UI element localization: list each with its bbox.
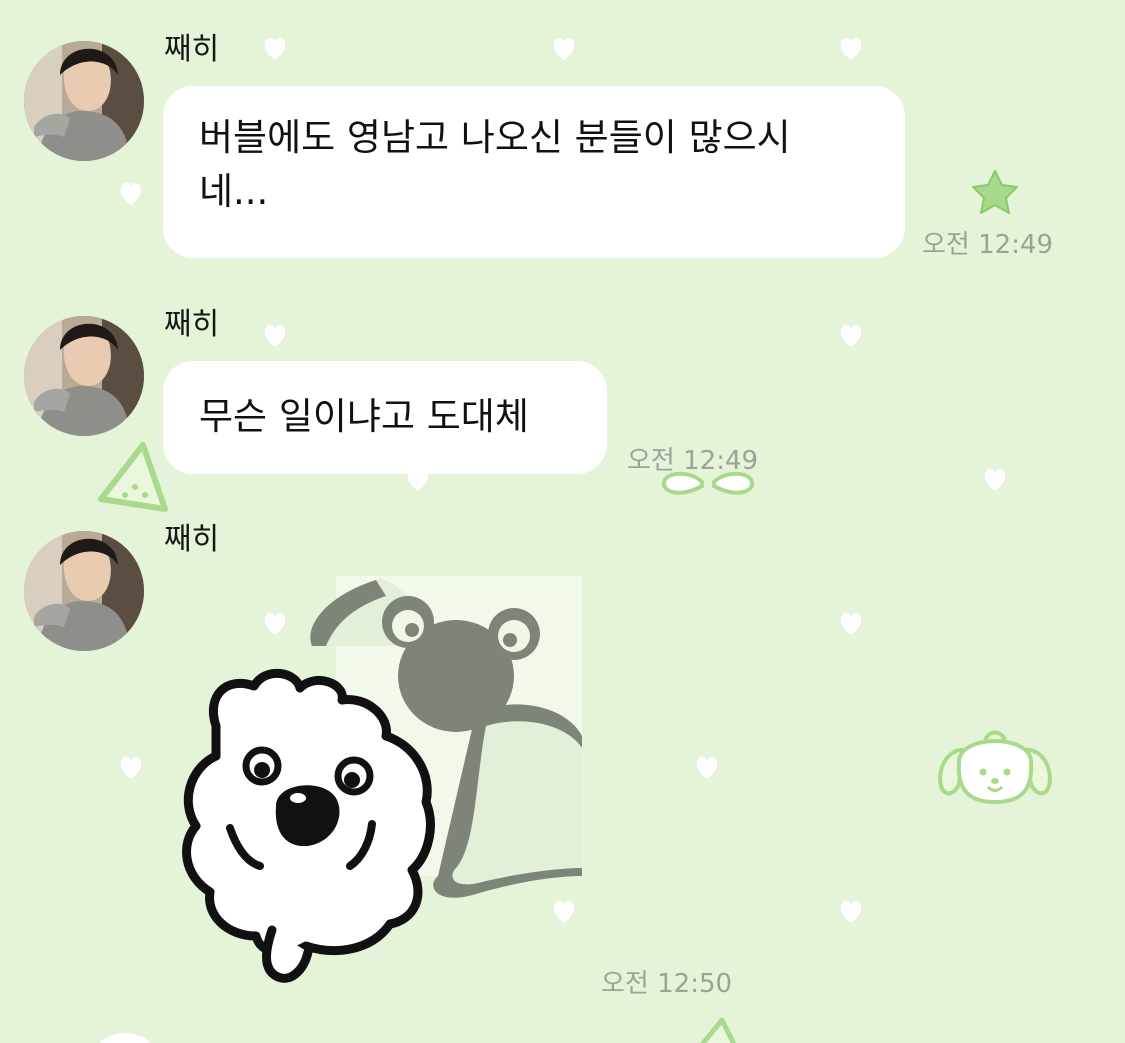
message-timestamp: 오전 12:50 — [601, 969, 733, 999]
message-bubble[interactable]: 버블에도 영남고 나오신 분들이 많으시 네... — [163, 86, 905, 258]
avatar[interactable] — [24, 41, 144, 161]
message-text: 무슨 일이냐고 도대체 — [199, 395, 529, 438]
avatar[interactable] — [24, 531, 144, 651]
sender-name: 째히 — [164, 32, 220, 67]
message-bubble[interactable]: 무슨 일이냐고 도대체 — [163, 361, 607, 474]
star-icon — [972, 170, 1018, 214]
heart-icon — [100, 1033, 150, 1043]
sender-name: 째히 — [164, 522, 220, 557]
white-puppy-sticker[interactable] — [176, 576, 582, 986]
message-timestamp: 오전 12:49 — [922, 230, 1054, 260]
message-text: 네... — [199, 170, 269, 213]
sender-name: 째히 — [164, 307, 220, 342]
puppy-face-icon — [938, 730, 1052, 805]
message-timestamp: 오전 12:49 — [627, 446, 759, 476]
watermelon-icon — [700, 1017, 737, 1043]
watermelon-icon — [98, 442, 168, 512]
message-text: 버블에도 영남고 나오신 분들이 많으시 — [199, 116, 791, 159]
avatar[interactable] — [24, 316, 144, 436]
